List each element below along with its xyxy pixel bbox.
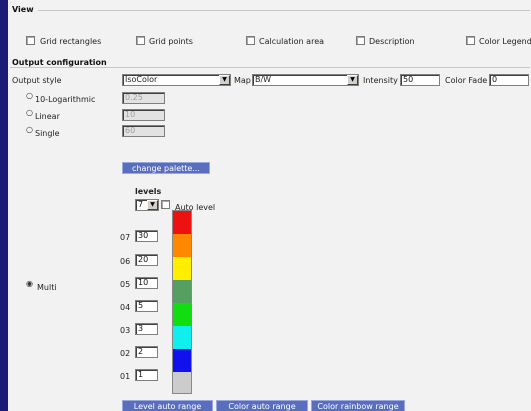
logarithmic-label: 10-Logarithmic — [35, 95, 96, 104]
chevron-down-icon[interactable]: ▼ — [219, 75, 230, 85]
grid-rectangles-checkbox[interactable] — [26, 36, 35, 45]
levels-count-value: 7 — [138, 200, 144, 209]
level-05-label: 05 — [120, 280, 131, 289]
map-select[interactable]: B/W ▼ — [252, 74, 359, 86]
color-swatch-03[interactable] — [172, 303, 192, 326]
grid-points-checkbox[interactable] — [136, 36, 145, 45]
level-01-label: 01 — [120, 372, 131, 381]
grid-rectangles-label: Grid rectangles — [40, 37, 102, 46]
output-style-select[interactable]: IsoColor ▼ — [122, 74, 231, 86]
levels-count-select[interactable]: 7 ▼ — [135, 199, 159, 211]
levels-title: levels — [135, 187, 162, 196]
color-swatch-02[interactable] — [172, 326, 192, 349]
level-06-input[interactable]: 20 — [135, 254, 158, 266]
level-03-label: 03 — [120, 326, 131, 335]
level-02-label: 02 — [120, 349, 131, 358]
level-03-input[interactable]: 3 — [135, 323, 158, 335]
color-auto-range-button[interactable]: Color auto range — [216, 400, 308, 411]
level-01-input[interactable]: 1 — [135, 369, 158, 381]
map-label: Map — [234, 76, 251, 85]
logarithmic-input: 0.25 — [122, 92, 165, 104]
calculation-area-label: Calculation area — [259, 37, 325, 46]
color-swatch-06[interactable] — [172, 234, 192, 257]
color-swatch-base — [172, 372, 192, 394]
color-fade-label: Color Fade — [445, 76, 488, 85]
description-checkbox[interactable] — [356, 36, 365, 45]
color-fade-input[interactable]: 0 — [489, 74, 529, 86]
intensity-input[interactable]: 50 — [400, 74, 440, 86]
level-05-input[interactable]: 10 — [135, 277, 158, 289]
chevron-down-icon[interactable]: ▼ — [347, 75, 358, 85]
grid-points-label: Grid points — [149, 37, 193, 46]
single-label: Single — [35, 129, 60, 138]
level-auto-range-button[interactable]: Level auto range — [122, 400, 213, 411]
level-06-label: 06 — [120, 257, 131, 266]
linear-input: 10 — [122, 109, 165, 121]
single-input: 60 — [122, 125, 165, 137]
output-divider — [10, 67, 530, 68]
color-rainbow-range-button[interactable]: Color rainbow range — [311, 400, 405, 411]
color-swatch-04[interactable] — [172, 280, 192, 303]
level-04-input[interactable]: 5 — [135, 300, 158, 312]
multi-label: Multi — [37, 283, 57, 292]
color-swatch-01[interactable] — [172, 349, 192, 372]
view-divider — [38, 10, 530, 11]
view-section-title: View — [12, 5, 34, 14]
intensity-label: Intensity — [363, 76, 398, 85]
linear-label: Linear — [35, 112, 60, 121]
output-style-label: Output style — [12, 76, 62, 85]
map-value: B/W — [255, 75, 272, 84]
auto-level-checkbox[interactable] — [161, 200, 170, 209]
radio-logarithmic[interactable]: ○ — [26, 92, 34, 100]
level-04-label: 04 — [120, 303, 131, 312]
chevron-down-icon[interactable]: ▼ — [147, 200, 158, 210]
color-swatch-05[interactable] — [172, 257, 192, 280]
color-legend-label: Color Legend — [479, 37, 531, 46]
radio-single[interactable]: ○ — [26, 126, 34, 134]
level-07-input[interactable]: 30 — [135, 230, 158, 242]
description-label: Description — [369, 37, 415, 46]
radio-multi[interactable]: ◉ — [26, 280, 34, 288]
output-section-title: Output configuration — [12, 58, 107, 67]
change-palette-button[interactable]: change palette... — [122, 162, 210, 174]
level-07-label: 07 — [120, 233, 131, 242]
color-swatch-07[interactable] — [172, 210, 192, 234]
settings-panel: View Grid rectangles Grid points Calcula… — [6, 0, 531, 411]
level-02-input[interactable]: 2 — [135, 346, 158, 358]
color-legend-checkbox[interactable] — [466, 36, 475, 45]
calculation-area-checkbox[interactable] — [246, 36, 255, 45]
radio-linear[interactable]: ○ — [26, 109, 34, 117]
output-style-value: IsoColor — [125, 75, 158, 84]
